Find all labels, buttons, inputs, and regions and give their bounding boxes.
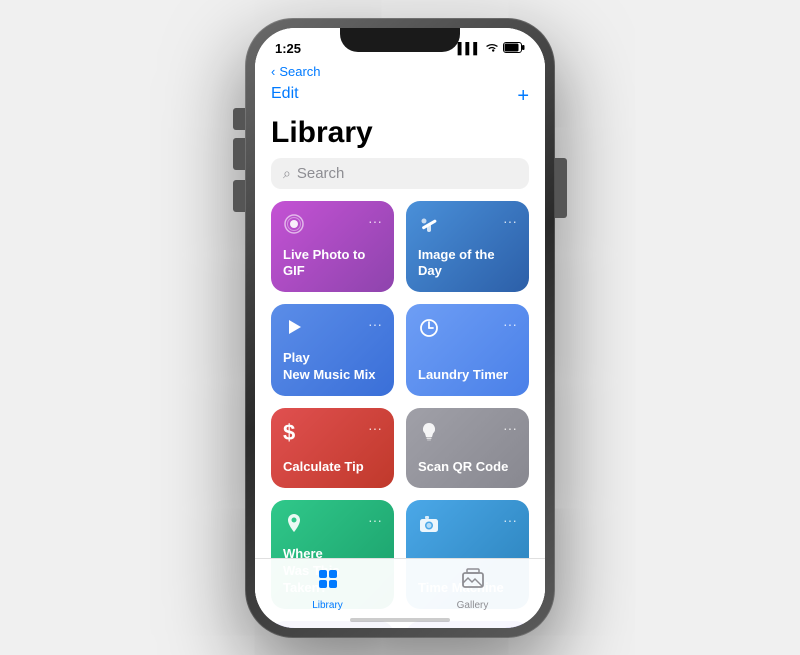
shortcut-laundry-timer[interactable]: ··· Laundry Timer [406,304,529,396]
card-menu-icon[interactable]: ··· [368,512,382,528]
card-label: Laundry Timer [418,367,517,384]
card-menu-icon[interactable]: ··· [503,512,517,528]
shortcut-calculate-tip[interactable]: $ ··· Calculate Tip [271,408,394,488]
home-indicator [350,618,450,622]
shortcut-scan-qr[interactable]: ··· Scan QR Code [406,408,529,488]
add-button[interactable]: + [517,85,529,108]
telescope-icon [418,213,440,241]
card-menu-icon[interactable]: ··· [368,316,382,332]
shortcut-play-music[interactable]: ··· PlayNew Music Mix [271,304,394,396]
card-label: Scan QR Code [418,459,517,476]
card-menu-icon[interactable]: ··· [503,213,517,229]
dollar-icon: $ [283,420,295,446]
power-button[interactable] [555,158,567,218]
volume-down-button[interactable] [233,180,245,212]
card-label: Image of the Day [418,247,517,281]
phone-screen: 1:25 ▌▌▌ [255,28,545,628]
header-row: Edit + [255,81,545,116]
location-icon [283,512,305,540]
notch [340,28,460,52]
nav-back[interactable]: ‹ Search [255,62,545,81]
card-menu-icon[interactable]: ··· [368,213,382,229]
library-tab-icon [316,567,340,597]
lightbulb-icon [418,420,440,448]
shortcut-live-photo-gif[interactable]: ··· Live Photo to GIF [271,201,394,293]
card-menu-icon[interactable]: ··· [503,316,517,332]
shortcut-image-of-day[interactable]: ··· Image of the Day [406,201,529,293]
volume-up-button[interactable] [233,138,245,170]
battery-icon [503,42,525,56]
status-icons: ▌▌▌ [458,41,525,56]
search-icon: ⌕ [283,165,291,182]
card-menu-icon[interactable]: ··· [503,420,517,436]
search-placeholder: Search [297,165,345,182]
gallery-tab-icon [461,567,485,597]
mute-button[interactable] [233,108,245,130]
tab-bar: Library Gallery [255,558,545,628]
card-label: Live Photo to GIF [283,247,382,281]
search-bar[interactable]: ⌕ Search [271,158,529,189]
back-arrow-icon: ‹ [271,64,275,79]
screen-content: 1:25 ▌▌▌ [255,28,545,628]
status-bar: 1:25 ▌▌▌ [255,28,545,62]
tab-library[interactable]: Library [255,567,400,611]
live-photo-icon [283,213,305,241]
status-time: 1:25 [275,41,301,56]
card-label: PlayNew Music Mix [283,350,382,384]
tab-gallery[interactable]: Gallery [400,567,545,611]
page-title: Library [255,116,545,158]
signal-icon: ▌▌▌ [458,43,481,55]
tab-gallery-label: Gallery [457,600,489,611]
timer-icon [418,316,440,344]
edit-button[interactable]: Edit [271,85,299,103]
wifi-icon [485,41,499,56]
phone-frame: 1:25 ▌▌▌ [245,18,555,638]
camera-icon [418,512,440,540]
card-menu-icon[interactable]: ··· [368,420,382,436]
tab-library-label: Library [312,600,343,611]
play-icon [283,316,305,344]
card-label: Calculate Tip [283,459,382,476]
back-label: Search [279,64,320,79]
